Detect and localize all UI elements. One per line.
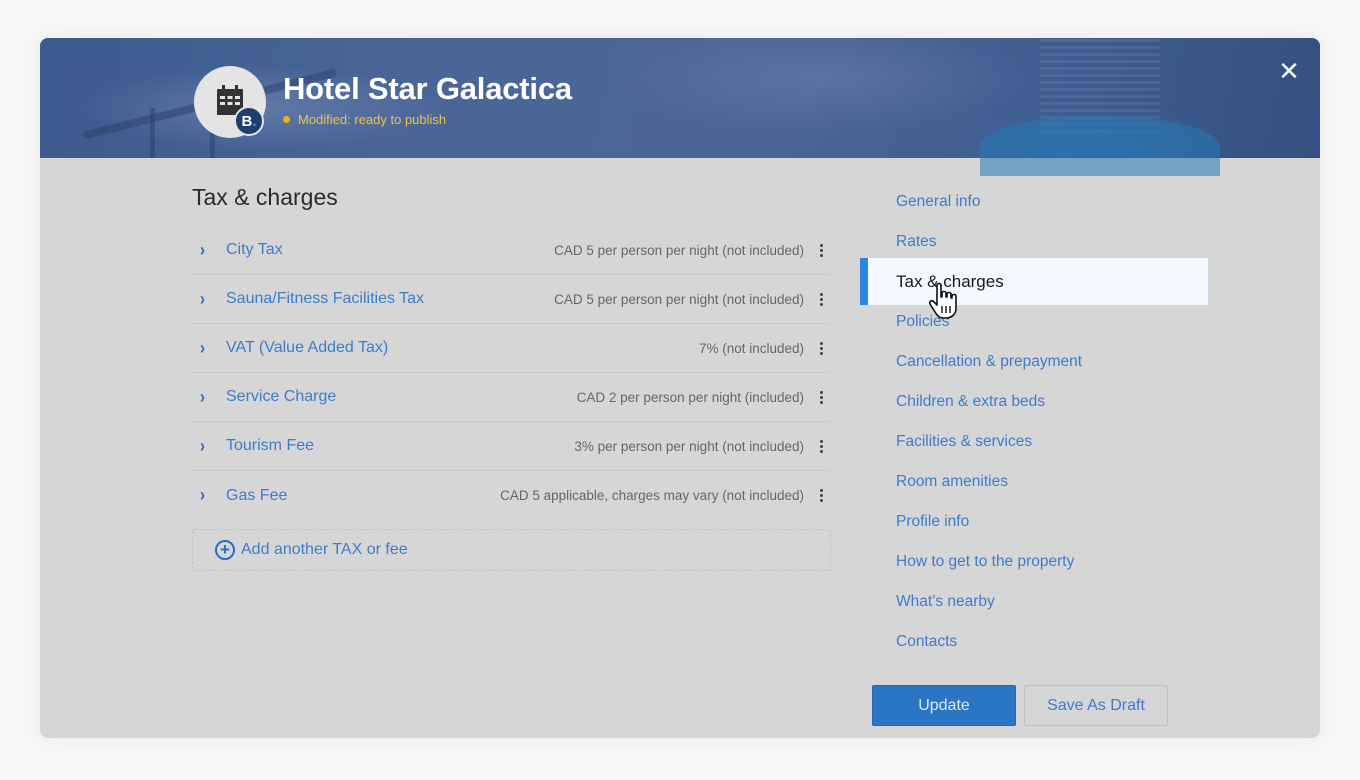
save-as-draft-button[interactable]: Save As Draft [1024,685,1168,726]
tax-value: 7% (not included) [698,340,804,356]
tax-value: CAD 5 per person per night (not included… [554,242,804,258]
banner-decoration [980,116,1220,176]
nav-item-children-extra-beds[interactable]: Children & extra beds [860,382,1208,422]
more-options-icon[interactable] [816,292,826,306]
nav-item-tax-charges[interactable]: Tax & charges [860,258,1208,305]
more-options-icon[interactable] [816,341,826,355]
nav-item-facilities-services[interactable]: Facilities & services [860,422,1208,462]
tax-list: › City Tax CAD 5 per person per night (not… [192,226,830,520]
tax-name[interactable]: Service Charge [226,388,336,406]
tax-row[interactable]: › Gas Fee CAD 5 applicable, charges may va… [192,471,830,520]
banner-decoration [150,108,155,158]
update-button[interactable]: Update [872,685,1016,726]
nav-item-rates[interactable]: Rates [860,222,1208,262]
tax-value: 3% per person per night (not included) [574,438,804,454]
publish-status: Modified: ready to publish [283,112,446,127]
tax-name[interactable]: Tourism Fee [226,437,314,455]
tax-value: CAD 2 per person per night (included) [576,389,804,405]
booking-badge: B. [234,106,264,136]
badge-letter: B [241,112,253,130]
tax-row[interactable]: › Sauna/Fitness Facilities Tax CAD 5 per p… [192,275,830,324]
close-button[interactable]: ✕ [1276,58,1302,84]
header-banner: B. Hotel Star Galactica Modified: ready … [40,38,1320,176]
nav-item-contacts[interactable]: Contacts [860,622,1208,662]
more-options-icon[interactable] [816,390,826,404]
close-icon: ✕ [1278,56,1300,86]
tax-row[interactable]: › VAT (Value Added Tax) 7% (not included) [192,324,830,373]
nav-item-policies[interactable]: Policies [860,302,1208,342]
tax-value: CAD 5 per person per night (not included… [554,291,804,307]
badge-dot: . [252,112,257,130]
status-text: Modified: ready to publish [298,112,447,127]
tax-value: CAD 5 applicable, charges may vary (not … [500,488,804,503]
nav-item-room-amenities[interactable]: Room amenities [860,462,1208,502]
tax-name[interactable]: Gas Fee [226,487,287,505]
chevron-right-icon[interactable]: › [200,338,220,358]
chevron-right-icon[interactable]: › [200,387,220,407]
section-title: Tax & charges [192,184,338,210]
add-tax-button[interactable]: + Add another TAX or fee [192,529,831,571]
tax-name[interactable]: City Tax [226,241,283,259]
add-tax-label: Add another TAX or fee [241,541,408,558]
hotel-name: Hotel Star Galactica [283,71,572,106]
chevron-right-icon[interactable]: › [200,240,220,260]
section-nav: General info Rates Tax & charges Policies Ca… [860,182,1208,662]
nav-item-cancellation-prepayment[interactable]: Cancellation & prepayment [860,342,1208,382]
tax-name[interactable]: VAT (Value Added Tax) [226,339,388,357]
nav-item-general-info[interactable]: General info [860,182,1208,222]
more-options-icon[interactable] [816,489,826,502]
more-options-icon[interactable] [816,439,826,453]
status-dot-icon [283,116,290,123]
property-avatar: B. [194,66,266,138]
tax-row[interactable]: › Tourism Fee 3% per person per night (not… [192,422,830,471]
nav-item-how-to-get-to-the-property[interactable]: How to get to the property [860,542,1208,582]
more-options-icon[interactable] [816,243,826,257]
tax-name[interactable]: Sauna/Fitness Facilities Tax [226,290,424,308]
nav-item-profile-info[interactable]: Profile info [860,502,1208,542]
tax-row[interactable]: › City Tax CAD 5 per person per night (not… [192,226,830,275]
property-edit-modal: B. Hotel Star Galactica Modified: ready … [40,38,1320,738]
tax-row[interactable]: › Service Charge CAD 2 per person per nigh… [192,373,830,422]
chevron-right-icon[interactable]: › [200,436,220,456]
chevron-right-icon[interactable]: › [200,485,220,505]
chevron-right-icon[interactable]: › [200,289,220,309]
nav-item-what-s-nearby[interactable]: What’s nearby [860,582,1208,622]
plus-circle-icon: + [215,540,235,560]
